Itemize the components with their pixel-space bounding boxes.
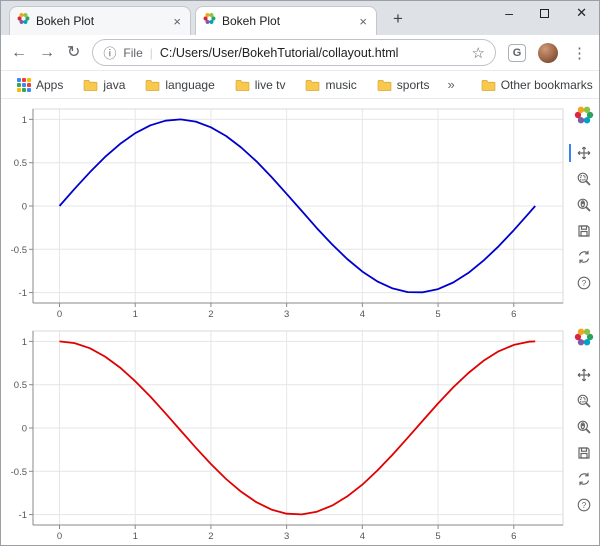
extension-badge[interactable]: G bbox=[508, 44, 526, 62]
svg-text:-1: -1 bbox=[19, 288, 27, 299]
new-tab-button[interactable]: + bbox=[389, 9, 407, 29]
svg-text:5: 5 bbox=[435, 309, 440, 320]
navigation-toolbar: ← → ↻ ⓘ File | C:/Users/User/BokehTutori… bbox=[1, 35, 599, 71]
bokeh-toolbar-top: ? bbox=[569, 102, 599, 296]
help-tool-icon[interactable]: ? bbox=[574, 273, 594, 293]
svg-text:-0.5: -0.5 bbox=[11, 245, 27, 256]
bookmark-folder-language[interactable]: language bbox=[139, 76, 220, 94]
scheme-label: File bbox=[123, 46, 142, 60]
svg-text:1: 1 bbox=[133, 309, 138, 320]
bookmark-label: java bbox=[103, 78, 125, 92]
back-icon[interactable]: ← bbox=[11, 45, 27, 61]
bokeh-logo-icon[interactable] bbox=[574, 105, 594, 130]
wheel-zoom-tool-icon[interactable] bbox=[574, 417, 594, 437]
bookmark-label: music bbox=[325, 78, 356, 92]
tab-title: Bokeh Plot bbox=[222, 14, 351, 28]
address-bar[interactable]: ⓘ File | C:/Users/User/BokehTutorial/col… bbox=[92, 39, 496, 66]
save-tool-icon[interactable] bbox=[574, 443, 594, 463]
tab-title: Bokeh Plot bbox=[36, 14, 165, 28]
reload-icon[interactable]: ↻ bbox=[67, 45, 80, 61]
bokeh-favicon-icon bbox=[203, 12, 216, 30]
reset-tool-icon[interactable] bbox=[574, 247, 594, 267]
profile-avatar[interactable] bbox=[538, 43, 558, 63]
apps-grid-icon bbox=[17, 78, 31, 92]
maximize-button[interactable] bbox=[540, 9, 549, 18]
tab-bokeh-plot-2[interactable]: Bokeh Plot × bbox=[195, 6, 377, 35]
browser-window: Bokeh Plot × Bokeh Plot × + – ✕ ← → ↻ ⓘ … bbox=[0, 0, 600, 546]
sine-plot-row: 0 1 2 3 4 5 6 -1 -0.5 0 0.5 1 bbox=[5, 102, 599, 324]
bookmark-star-icon[interactable]: ☆ bbox=[472, 44, 485, 62]
svg-text:3: 3 bbox=[284, 309, 289, 320]
svg-text:1: 1 bbox=[22, 115, 27, 126]
tab-close-icon[interactable]: × bbox=[357, 14, 369, 29]
box-zoom-tool-icon[interactable] bbox=[574, 169, 594, 189]
svg-text:6: 6 bbox=[511, 531, 516, 542]
svg-text:?: ? bbox=[582, 501, 587, 510]
bookmark-folder-sports[interactable]: sports bbox=[371, 76, 436, 94]
svg-text:0: 0 bbox=[57, 309, 62, 320]
forward-icon[interactable]: → bbox=[39, 45, 55, 61]
cosine-plot-row: 0 1 2 3 4 5 6 -1 -0.5 0 0.5 1 bbox=[5, 324, 599, 546]
svg-text:1: 1 bbox=[22, 337, 27, 348]
box-zoom-tool-icon[interactable] bbox=[574, 391, 594, 411]
minimize-button[interactable]: – bbox=[505, 8, 513, 18]
bookmarks-bar: Apps java language live tv music sports … bbox=[1, 71, 599, 99]
tab-close-icon[interactable]: × bbox=[171, 14, 183, 29]
window-controls: – ✕ bbox=[505, 1, 587, 25]
svg-text:0: 0 bbox=[57, 531, 62, 542]
svg-text:4: 4 bbox=[360, 531, 365, 542]
bokeh-logo-icon[interactable] bbox=[574, 327, 594, 352]
help-tool-icon[interactable]: ? bbox=[574, 495, 594, 515]
folder-icon bbox=[481, 79, 496, 91]
scheme-separator: | bbox=[150, 46, 153, 60]
svg-text:1: 1 bbox=[133, 531, 138, 542]
svg-text:4: 4 bbox=[360, 309, 365, 320]
cosine-plot-canvas[interactable]: 0 1 2 3 4 5 6 -1 -0.5 0 0.5 1 bbox=[5, 324, 569, 544]
svg-text:3: 3 bbox=[284, 531, 289, 542]
browser-menu-icon[interactable]: ⋮ bbox=[570, 44, 589, 62]
wheel-zoom-tool-icon[interactable] bbox=[574, 195, 594, 215]
bookmarks-overflow-icon[interactable]: » bbox=[443, 77, 458, 92]
bookmark-folder-java[interactable]: java bbox=[77, 76, 131, 94]
tab-strip: Bokeh Plot × Bokeh Plot × + – ✕ bbox=[1, 1, 599, 35]
reset-tool-icon[interactable] bbox=[574, 469, 594, 489]
svg-text:?: ? bbox=[582, 279, 587, 288]
pan-tool-icon[interactable] bbox=[574, 143, 594, 163]
apps-label: Apps bbox=[36, 78, 63, 92]
folder-icon bbox=[377, 79, 392, 91]
page-info-icon[interactable]: ⓘ bbox=[103, 43, 116, 62]
svg-text:6: 6 bbox=[511, 309, 516, 320]
folder-icon bbox=[235, 79, 250, 91]
folder-icon bbox=[305, 79, 320, 91]
bookmark-label: language bbox=[165, 78, 214, 92]
other-bookmarks-folder[interactable]: Other bookmarks bbox=[475, 76, 599, 94]
svg-text:-1: -1 bbox=[19, 510, 27, 521]
svg-text:0: 0 bbox=[22, 202, 27, 213]
pan-tool-icon[interactable] bbox=[574, 365, 594, 385]
bokeh-toolbar-bottom: ? bbox=[569, 324, 599, 518]
tab-bokeh-plot-1[interactable]: Bokeh Plot × bbox=[9, 6, 191, 35]
bookmark-label: sports bbox=[397, 78, 430, 92]
save-tool-icon[interactable] bbox=[574, 221, 594, 241]
svg-text:-0.5: -0.5 bbox=[11, 467, 27, 478]
bookmark-folder-live-tv[interactable]: live tv bbox=[229, 76, 292, 94]
svg-text:0.5: 0.5 bbox=[14, 380, 27, 391]
folder-icon bbox=[83, 79, 98, 91]
bookmark-label: live tv bbox=[255, 78, 286, 92]
sine-plot-canvas[interactable]: 0 1 2 3 4 5 6 -1 -0.5 0 0.5 1 bbox=[5, 102, 569, 322]
bookmark-folder-music[interactable]: music bbox=[299, 76, 362, 94]
svg-text:5: 5 bbox=[435, 531, 440, 542]
folder-icon bbox=[145, 79, 160, 91]
svg-text:2: 2 bbox=[208, 309, 213, 320]
svg-text:0.5: 0.5 bbox=[14, 158, 27, 169]
page-content: 0 1 2 3 4 5 6 -1 -0.5 0 0.5 1 bbox=[1, 99, 599, 546]
svg-text:0: 0 bbox=[22, 424, 27, 435]
url-text[interactable]: C:/Users/User/BokehTutorial/collayout.ht… bbox=[160, 46, 465, 60]
bokeh-favicon-icon bbox=[17, 12, 30, 30]
close-window-button[interactable]: ✕ bbox=[576, 5, 587, 21]
svg-text:2: 2 bbox=[208, 531, 213, 542]
apps-shortcut[interactable]: Apps bbox=[11, 76, 69, 94]
other-bookmarks-label: Other bookmarks bbox=[501, 78, 593, 92]
